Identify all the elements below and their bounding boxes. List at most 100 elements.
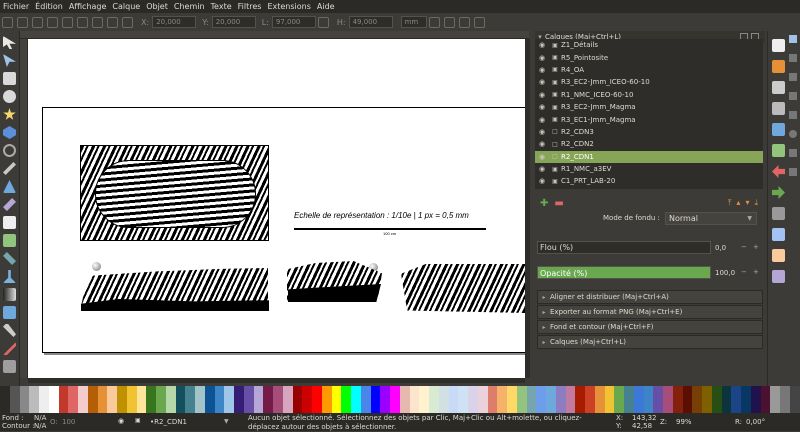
horizontal-scrollbar[interactable] xyxy=(28,378,525,383)
scale-bar[interactable] xyxy=(294,228,486,230)
blur-minus-icon[interactable]: − xyxy=(741,243,747,251)
snap-toggle-icon[interactable] xyxy=(789,35,797,43)
connector-tool-icon[interactable] xyxy=(3,342,16,355)
flip-v-icon[interactable] xyxy=(92,16,103,28)
layer-row[interactable]: ◉ □ R2_CDN1 xyxy=(535,150,763,163)
pencil-tool-icon[interactable] xyxy=(3,162,16,175)
measure-tool-icon[interactable] xyxy=(3,360,16,373)
menu-file[interactable]: Fichier xyxy=(0,2,32,11)
layer-row[interactable]: ◉ ▣ R1_NMC_a3EV xyxy=(535,163,763,175)
menu-edit[interactable]: Édition xyxy=(32,2,66,11)
layer-row[interactable]: ◉ ▣ R4_OA xyxy=(535,64,763,76)
lock-icon[interactable]: ▣ xyxy=(549,91,561,98)
snap-center-icon[interactable] xyxy=(789,130,797,138)
remove-layer-icon[interactable]: ▬ xyxy=(554,198,563,209)
copy-icon[interactable] xyxy=(772,207,785,220)
scale-caption[interactable]: Echelle de représentation : 1/10e | 1 px… xyxy=(294,211,469,220)
rect-tool-icon[interactable] xyxy=(3,72,16,85)
menu-extensions[interactable]: Extensions xyxy=(264,2,313,11)
layer-row[interactable]: ◉ ▣ R5_Pointosite xyxy=(535,51,763,63)
visibility-eye-icon[interactable]: ◉ xyxy=(535,78,549,86)
menu-filters[interactable]: Filtres xyxy=(235,2,265,11)
blur-value[interactable]: 0,0 xyxy=(715,244,726,252)
move-patterns-icon[interactable] xyxy=(473,16,485,28)
deselect-icon[interactable] xyxy=(32,16,43,28)
dock-align-distribute[interactable]: ▸ Aligner et distribuer (Maj+Ctrl+A) xyxy=(537,290,763,304)
pen-tool-icon[interactable] xyxy=(3,180,16,193)
current-layer[interactable]: •R2_CDN1 xyxy=(150,418,187,426)
layer-row[interactable]: ◉ □ R2_CDN3 xyxy=(535,126,763,138)
duplicate-icon[interactable] xyxy=(772,270,785,283)
lock-icon[interactable]: ▣ xyxy=(549,54,561,61)
visibility-eye-icon[interactable]: ◉ xyxy=(535,66,549,74)
text-tool-icon[interactable] xyxy=(3,216,16,229)
selector-tool-icon[interactable] xyxy=(3,36,16,49)
visibility-eye-icon[interactable]: ◉ xyxy=(535,116,549,124)
sphere-marker[interactable] xyxy=(92,262,101,271)
layer-name[interactable]: R1_NMC_ICEO-60-10 xyxy=(561,91,633,99)
vertical-ruler[interactable] xyxy=(20,39,28,378)
lock-icon[interactable]: □ xyxy=(549,128,561,135)
zoom-drawing-icon[interactable] xyxy=(772,249,785,262)
lock-icon[interactable]: ▣ xyxy=(549,66,561,73)
layer-row[interactable]: ◉ □ R2_CDN2 xyxy=(535,138,763,150)
snap-guides-icon[interactable] xyxy=(789,111,797,119)
opacity-slider[interactable]: Opacité (%) xyxy=(537,266,711,279)
y-field[interactable]: 20,000 xyxy=(211,16,256,28)
new-document-icon[interactable] xyxy=(772,39,785,52)
layer-name[interactable]: R3_EC2-Jmm_Magma xyxy=(561,103,636,111)
lock-icon[interactable]: ▣ xyxy=(549,79,561,86)
flip-h-icon[interactable] xyxy=(77,16,88,28)
layer-row[interactable]: ◉ ▣ R3_EC1-Jmm_Magma xyxy=(535,113,763,125)
opacity-minus-icon[interactable]: − xyxy=(741,268,747,276)
width-field[interactable]: 97,000 xyxy=(271,16,316,28)
visibility-eye-icon[interactable]: ◉ xyxy=(535,91,549,99)
menu-help[interactable]: Aide xyxy=(314,2,338,11)
fill-value[interactable]: N/A xyxy=(34,414,46,422)
layer-row[interactable]: ◉ ▣ C1_PRT_LAB-20 xyxy=(535,175,763,187)
zoom-value[interactable]: 99% xyxy=(676,418,692,426)
opacity-plus-icon[interactable]: + xyxy=(753,268,759,276)
layer-name[interactable]: R5_Pointosite xyxy=(561,54,608,62)
lock-icon[interactable]: ▣ xyxy=(549,178,561,185)
menu-view[interactable]: Affichage xyxy=(66,2,110,11)
ellipse-tool-icon[interactable] xyxy=(3,90,16,103)
menu-path[interactable]: Chemin xyxy=(171,2,208,11)
layer-name[interactable]: R2_CDN3 xyxy=(561,128,594,136)
visibility-eye-icon[interactable]: ◉ xyxy=(535,140,549,148)
drawing-canvas[interactable]: Echelle de représentation : 1/10e | 1 px… xyxy=(28,39,525,378)
blend-select[interactable]: Normal ▼ xyxy=(665,212,757,225)
snap-bbox-icon[interactable] xyxy=(789,54,797,62)
visibility-eye-icon[interactable]: ◉ xyxy=(535,165,549,173)
blur-slider[interactable]: Flou (%) xyxy=(537,241,711,254)
blur-plus-icon[interactable]: + xyxy=(753,243,759,251)
lock-icon[interactable]: ▣ xyxy=(549,104,561,111)
reorder-icons[interactable]: ⤒▴▾⤓ xyxy=(728,198,763,208)
visibility-eye-icon[interactable]: ◉ xyxy=(535,128,549,136)
calligraphy-tool-icon[interactable] xyxy=(3,198,16,211)
mesh-tool-icon[interactable] xyxy=(3,306,16,319)
layer-name[interactable]: R2_CDN2 xyxy=(561,140,594,148)
open-document-icon[interactable] xyxy=(772,60,785,73)
height-field[interactable]: 49,000 xyxy=(348,16,393,28)
gradient-tool-icon[interactable] xyxy=(3,288,16,301)
spiral-tool-icon[interactable] xyxy=(3,144,16,157)
zebra-section-right[interactable] xyxy=(401,264,525,313)
zebra-map-image[interactable] xyxy=(80,145,269,241)
layer-name[interactable]: R1_NMC_a3EV xyxy=(561,165,611,173)
layer-name[interactable]: Z1_Détails xyxy=(561,41,598,49)
save-document-icon[interactable] xyxy=(772,81,785,94)
snap-grid-icon[interactable] xyxy=(789,149,797,157)
lock-icon[interactable]: □ xyxy=(549,153,561,160)
layer-name[interactable]: R3_EC1-Jmm_Magma xyxy=(561,116,636,124)
horizontal-ruler[interactable] xyxy=(20,31,529,39)
vertical-scrollbar[interactable] xyxy=(525,39,530,378)
visibility-eye-icon[interactable]: ◉ xyxy=(535,103,549,111)
visibility-eye-icon[interactable]: ◉ xyxy=(535,41,549,49)
bucket-tool-icon[interactable] xyxy=(3,270,16,283)
visibility-eye-icon[interactable]: ◉ xyxy=(535,177,549,185)
scale-stroke-icon[interactable] xyxy=(428,16,440,28)
eraser-tool-icon[interactable] xyxy=(3,252,16,265)
layer-name[interactable]: R2_CDN1 xyxy=(561,153,594,161)
layer-row[interactable]: ◉ ▣ Z1_Détails xyxy=(535,39,763,51)
